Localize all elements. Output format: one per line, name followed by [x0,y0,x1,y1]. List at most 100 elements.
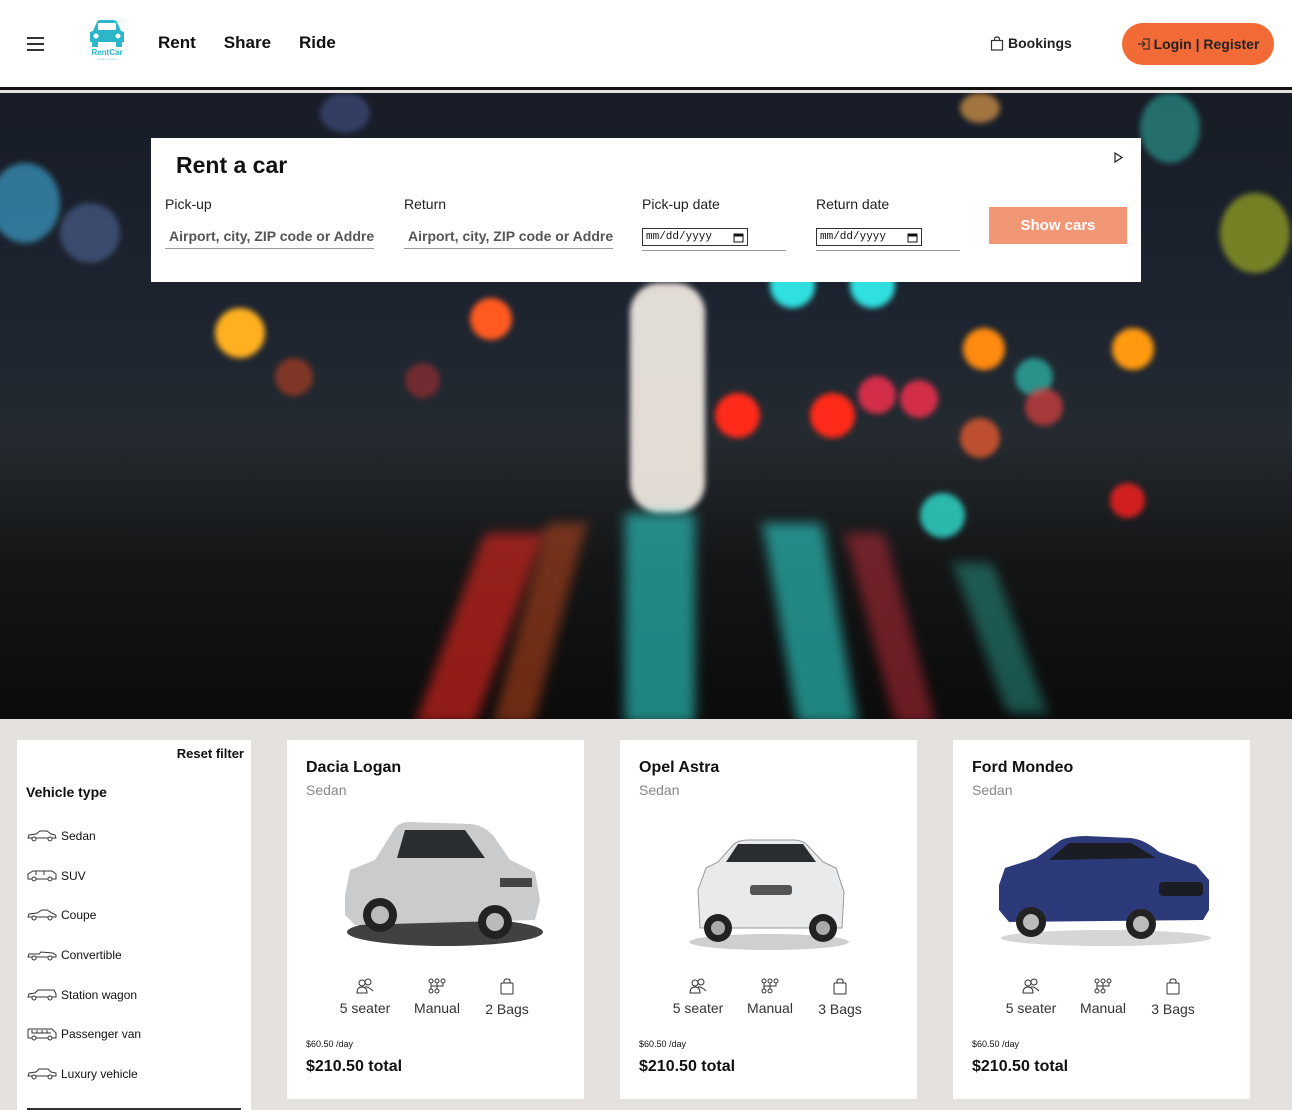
filter-luxury-vehicle[interactable]: Luxury vehicle [27,1067,138,1081]
return-date-field: Return date mm/dd/yyyy [816,196,960,251]
filter-sedan[interactable]: Sedan [27,829,96,843]
car-image [345,822,543,946]
filter-suv-label: SUV [61,869,86,883]
car-card[interactable]: Ford Mondeo Sedan 5 seater Manual 3 Bags… [953,740,1250,1099]
seats-spec: 5 seater [1001,978,1061,1016]
bags-value: 3 Bags [1151,1001,1195,1017]
price-total: $210.50 total [972,1058,1069,1075]
login-register-label: Login | Register [1153,36,1260,52]
pickup-date-field: Pick-up date mm/dd/yyyy [642,196,786,251]
nav-rent[interactable]: Rent [158,33,196,53]
sedan-icon [27,830,57,842]
menu-icon[interactable] [27,37,44,51]
logo[interactable]: RentCar rental company [86,18,128,66]
filter-sedan-label: Sedan [61,829,96,843]
return-date-wrapper: mm/dd/yyyy [816,224,960,251]
pickup-date-label: Pick-up date [642,196,720,212]
bags-spec: 2 Bags [477,978,537,1017]
car-type: Sedan [972,782,1013,798]
transmission-value: Manual [414,1000,460,1016]
login-icon [1137,38,1150,50]
calendar-icon[interactable] [907,232,918,243]
transmission-value: Manual [747,1000,793,1016]
car-type: Sedan [306,782,347,798]
bag-icon [1166,978,1180,995]
filter-coupe[interactable]: Coupe [27,908,96,922]
login-register-button[interactable]: Login | Register [1122,23,1274,65]
filter-luxury-vehicle-label: Luxury vehicle [61,1067,138,1081]
return-label: Return [404,196,447,212]
return-field: Return Airport, city, ZIP code or Addres… [404,196,613,249]
calendar-icon[interactable] [733,232,744,243]
vehicle-filter-panel: Reset filter Vehicle type Sedan SUV Coup… [17,740,251,1110]
transmission-spec: Manual [1073,978,1133,1016]
car-name: Ford Mondeo [972,759,1074,776]
seats-value: 5 seater [672,1000,724,1016]
luxury-vehicle-icon [27,1068,57,1080]
bag-icon [833,978,847,995]
car-card[interactable]: Opel Astra Sedan 5 seater Manual 3 Bags … [620,740,917,1099]
filter-suv[interactable]: SUV [27,869,86,883]
pickup-label: Pick-up [165,196,212,212]
price-per-day: $60.50 /day [972,1039,1020,1049]
return-date-input[interactable]: mm/dd/yyyy [816,228,922,246]
nav-ride[interactable]: Ride [299,33,336,53]
filter-coupe-label: Coupe [61,908,97,922]
car-image [999,836,1211,946]
return-placeholder: Airport, city, ZIP code or Address [408,228,613,244]
logo-name: RentCar [91,48,123,57]
nav-share[interactable]: Share [224,33,271,53]
passenger-van-icon [27,1028,57,1040]
car-type: Sedan [639,782,680,798]
seats-spec: 5 seater [668,978,728,1016]
pickup-date-input[interactable]: mm/dd/yyyy [642,228,748,246]
price-per-day: $60.50 /day [639,1039,687,1049]
search-title: Rent a car [176,152,288,178]
bags-spec: 3 Bags [810,978,870,1017]
return-date-label: Return date [816,196,890,212]
show-cars-button[interactable]: Show cars [989,207,1127,244]
bag-icon [500,978,514,995]
seats-value: 5 seater [1005,1000,1057,1016]
people-icon [356,978,374,994]
pickup-input[interactable]: Airport, city, ZIP code or Address [165,224,374,249]
price-total: $210.50 total [639,1058,736,1075]
filter-convertible-label: Convertible [61,948,122,962]
rent-search-panel: Rent a car Pick-up Airport, city, ZIP co… [151,138,1141,282]
car-name: Dacia Logan [306,759,402,776]
car-logo-icon [90,20,124,47]
play-arrow-icon[interactable] [1114,152,1123,163]
pickup-date-wrapper: mm/dd/yyyy [642,224,786,251]
convertible-icon [27,951,57,961]
reset-filter-link[interactable]: Reset filter [177,746,244,761]
logo-tagline: rental company [96,57,118,61]
car-image [689,839,849,950]
coupe-icon [27,909,57,921]
bags-value: 3 Bags [818,1001,862,1017]
people-icon [1022,978,1040,994]
price-per-day: $60.50 /day [306,1039,354,1049]
station-wagon-icon [27,989,57,1001]
price-total: $210.50 total [306,1058,403,1075]
filter-convertible[interactable]: Convertible [27,948,122,962]
filter-passenger-van[interactable]: Passenger van [27,1027,141,1041]
gearbox-icon [761,978,779,994]
transmission-value: Manual [1080,1000,1126,1016]
gearbox-icon [428,978,446,994]
filter-station-wagon[interactable]: Station wagon [27,988,137,1002]
bookings-link[interactable]: Bookings [990,35,1072,51]
return-date-value: mm/dd/yyyy [820,231,887,243]
pickup-field: Pick-up Airport, city, ZIP code or Addre… [165,196,374,249]
bags-value: 2 Bags [485,1001,529,1017]
bag-icon [990,35,1004,51]
transmission-spec: Manual [407,978,467,1016]
car-name: Opel Astra [639,759,720,776]
suv-icon [27,870,57,882]
pickup-placeholder: Airport, city, ZIP code or Address [169,228,374,244]
gearbox-icon [1094,978,1112,994]
filter-station-wagon-label: Station wagon [61,988,138,1002]
car-card[interactable]: Dacia Logan Sedan 5 seater Manual 2 Bags… [287,740,584,1099]
seats-spec: 5 seater [335,978,395,1016]
return-input[interactable]: Airport, city, ZIP code or Address [404,224,613,249]
bookings-label: Bookings [1008,35,1072,51]
